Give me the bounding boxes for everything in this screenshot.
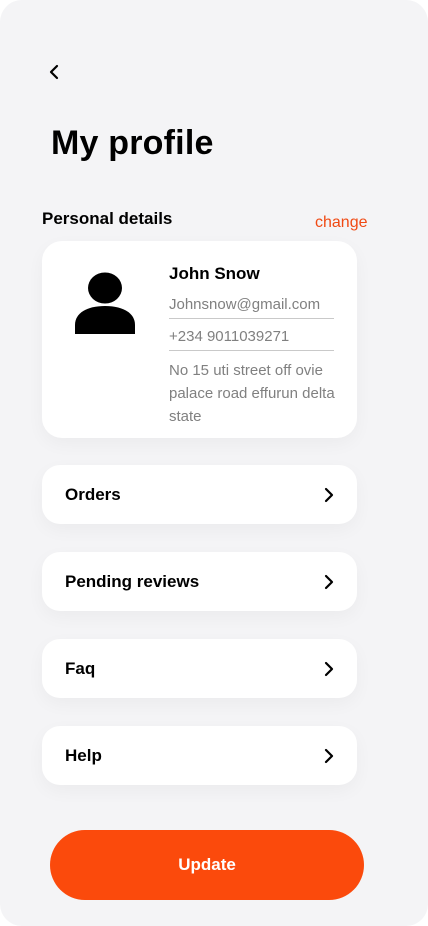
back-button[interactable]	[40, 58, 68, 86]
personal-details-card: John Snow Johnsnow@gmail.com +234 901103…	[42, 241, 357, 438]
chevron-right-icon	[324, 661, 334, 677]
chevron-right-icon	[324, 748, 334, 764]
chevron-right-icon	[324, 487, 334, 503]
user-email: Johnsnow@gmail.com	[169, 296, 334, 319]
menu-item-pending-reviews[interactable]: Pending reviews	[42, 552, 357, 611]
change-link[interactable]: change	[315, 214, 368, 232]
menu-item-faq[interactable]: Faq	[42, 639, 357, 698]
menu-item-label: Pending reviews	[65, 572, 200, 591]
back-chevron-icon	[49, 64, 59, 80]
menu-item-label: Orders	[65, 485, 121, 504]
menu-item-orders[interactable]: Orders	[42, 465, 357, 524]
menu-item-help[interactable]: Help	[42, 726, 357, 785]
page-title: My profile	[51, 124, 214, 162]
user-phone: +234 9011039271	[169, 328, 334, 351]
user-name: John Snow	[169, 264, 260, 283]
user-address: No 15 uti street off ovie palace road ef…	[169, 362, 335, 425]
update-button[interactable]: Update	[50, 830, 364, 900]
chevron-right-icon	[324, 574, 334, 590]
person-icon	[75, 272, 135, 334]
menu-item-label: Faq	[65, 659, 96, 678]
personal-details-heading: Personal details	[42, 209, 173, 228]
menu-item-label: Help	[65, 746, 102, 765]
profile-screen: My profile Personal details change John …	[0, 0, 428, 926]
